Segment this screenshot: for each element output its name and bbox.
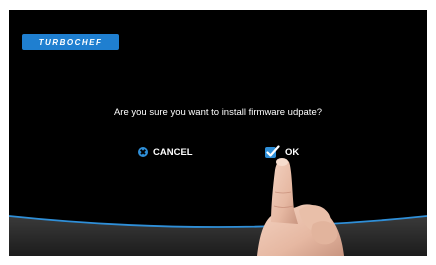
ok-label: OK: [285, 146, 300, 158]
oven-display: TURBOCHEF Are you sure you want to insta…: [9, 10, 427, 256]
logo-text: TURBOCHEF: [38, 37, 103, 47]
checkmark-box-icon: [265, 145, 280, 158]
confirm-question: Are you sure you want to install firmwar…: [113, 107, 323, 118]
cancel-button[interactable]: CANCEL: [138, 143, 193, 161]
cancel-label: CANCEL: [153, 146, 193, 158]
turbochef-logo: TURBOCHEF: [22, 34, 119, 50]
device-photo: TURBOCHEF Are you sure you want to insta…: [0, 0, 436, 265]
x-circle-icon: [138, 147, 148, 157]
ok-button[interactable]: OK: [264, 143, 299, 161]
